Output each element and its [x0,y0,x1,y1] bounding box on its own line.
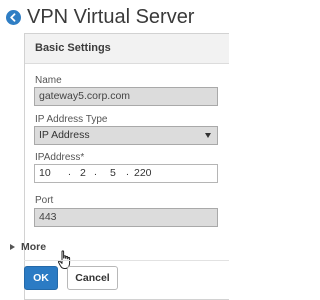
ip-address-type-value: IP Address [39,129,90,141]
ip-octet-4[interactable]: 220 [134,165,152,182]
panel-header: Basic Settings [25,34,229,64]
panel-title: Basic Settings [35,42,111,54]
port-field[interactable]: 443 [34,208,218,227]
ip-octet-1[interactable]: 10 [39,165,51,182]
cancel-button[interactable]: Cancel [67,266,118,290]
ip-address-field[interactable]: 10 . 2 . 5 . 220 [34,164,218,183]
ip-separator-dot: . [68,166,71,178]
name-field[interactable]: gateway5.corp.com [34,87,218,106]
caret-right-icon [10,244,15,250]
ip-address-type-label: IP Address Type [35,114,108,125]
dropdown-arrow-icon [205,133,211,138]
back-arrow-icon[interactable] [6,10,21,25]
ip-octet-2[interactable]: 2 [80,165,86,182]
ip-address-type-select[interactable]: IP Address [34,126,218,145]
more-label: More [21,241,47,253]
ip-separator-dot: . [126,166,129,178]
page-title: VPN Virtual Server [27,6,195,28]
vpn-virtual-server-page: VPN Virtual Server Basic Settings Name g… [0,0,229,300]
port-label: Port [35,195,54,206]
ok-button[interactable]: OK [24,266,58,290]
ip-separator-dot: . [94,166,97,178]
ip-octet-3[interactable]: 5 [110,165,116,182]
name-label: Name [35,75,62,86]
title-bar: VPN Virtual Server [0,0,229,34]
ip-address-label: IPAddress* [35,152,85,163]
footer-divider [24,260,229,261]
